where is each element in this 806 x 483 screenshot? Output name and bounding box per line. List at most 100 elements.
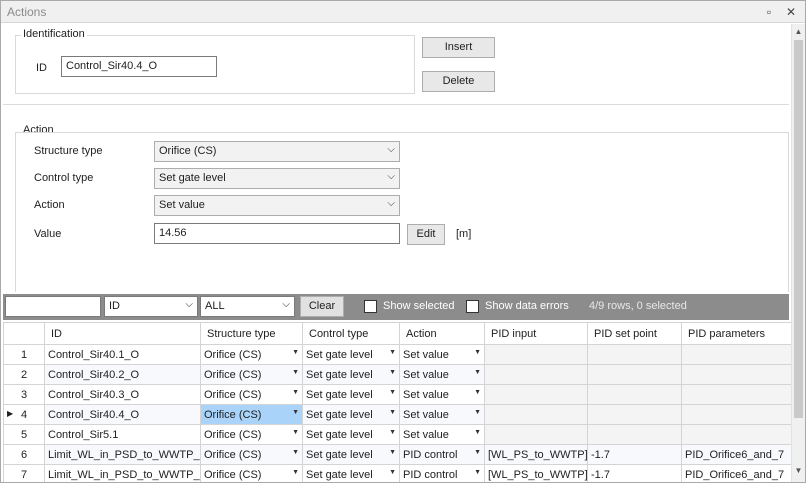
dropdown-arrow-icon[interactable]: ▼ — [292, 389, 299, 396]
value-input[interactable]: 14.56 — [154, 223, 400, 244]
cell-id[interactable]: Control_Sir5.1 — [44, 424, 201, 445]
dropdown-arrow-icon[interactable]: ▼ — [474, 389, 481, 396]
cell-pid-input[interactable] — [484, 364, 588, 385]
cell-action[interactable]: PID control ▼ — [399, 464, 485, 482]
cell-pid-parameters[interactable] — [681, 344, 791, 365]
header-id[interactable]: ID — [44, 322, 201, 345]
cell-pid-parameters[interactable] — [681, 424, 791, 445]
cell-pid-parameters[interactable]: PID_Orifice6_and_7 — [681, 444, 791, 465]
header-pid-parameters[interactable]: PID parameters — [681, 322, 791, 345]
structure-type-select[interactable]: Orifice (CS) ⌵ — [154, 141, 400, 162]
dropdown-arrow-icon[interactable]: ▼ — [474, 369, 481, 376]
filter-field-select[interactable]: ID ⌵ — [104, 296, 198, 317]
header-structure-type[interactable]: Structure type — [200, 322, 303, 345]
cell-control-type[interactable]: Set gate level ▼ — [302, 464, 400, 482]
dropdown-arrow-icon[interactable]: ▼ — [389, 429, 396, 436]
cell-pid-input[interactable] — [484, 384, 588, 405]
table-row-current[interactable]: ▶ 4 Control_Sir40.4_O Orifice (CS) ▼ Set g… — [3, 404, 791, 425]
cell-pid-input[interactable]: [WL_PS_to_WWTP] — [484, 444, 588, 465]
dropdown-arrow-icon[interactable]: ▼ — [292, 429, 299, 436]
cell-pid-parameters[interactable] — [681, 384, 791, 405]
cell-id[interactable]: Limit_WL_in_PSD_to_WWTP_2 — [44, 464, 201, 482]
cell-structure-type[interactable]: Orifice (CS) ▼ — [200, 384, 303, 405]
close-icon[interactable]: ✕ — [783, 4, 799, 20]
dropdown-arrow-icon[interactable]: ▼ — [474, 409, 481, 416]
header-action[interactable]: Action — [399, 322, 485, 345]
scrollbar-thumb[interactable] — [794, 40, 803, 418]
cell-control-type[interactable]: Set gate level ▼ — [302, 384, 400, 405]
edit-button[interactable]: Edit — [407, 224, 445, 245]
table-row[interactable]: 7 Limit_WL_in_PSD_to_WWTP_2 Orifice (CS)… — [3, 464, 791, 482]
filter-scope-select[interactable]: ALL ⌵ — [200, 296, 295, 317]
dropdown-arrow-icon[interactable]: ▼ — [389, 449, 396, 456]
cell-control-type[interactable]: Set gate level ▼ — [302, 404, 400, 425]
dropdown-arrow-icon[interactable]: ▼ — [389, 389, 396, 396]
cell-action[interactable]: Set value ▼ — [399, 404, 485, 425]
header-control-type[interactable]: Control type — [302, 322, 400, 345]
header-pid-input[interactable]: PID input — [484, 322, 588, 345]
dropdown-arrow-icon[interactable]: ▼ — [474, 429, 481, 436]
cell-pid-input[interactable] — [484, 344, 588, 365]
cell-pid-parameters[interactable] — [681, 364, 791, 385]
cell-control-type[interactable]: Set gate level ▼ — [302, 444, 400, 465]
dropdown-arrow-icon[interactable]: ▼ — [292, 369, 299, 376]
dropdown-arrow-icon[interactable]: ▼ — [389, 349, 396, 356]
table-row[interactable]: 3 Control_Sir40.3_O Orifice (CS) ▼ Set ga… — [3, 384, 791, 405]
dropdown-arrow-icon[interactable]: ▼ — [474, 469, 481, 476]
dropdown-arrow-icon[interactable]: ▼ — [292, 349, 299, 356]
cell-structure-type[interactable]: Orifice (CS) ▼ — [200, 464, 303, 482]
scroll-up-icon[interactable]: ▲ — [792, 25, 805, 39]
show-selected-checkbox[interactable] — [364, 300, 377, 313]
cell-pid-set-point[interactable] — [587, 424, 682, 445]
show-selected-label[interactable]: Show selected — [383, 300, 455, 312]
cell-pid-parameters[interactable]: PID_Orifice6_and_7 — [681, 464, 791, 482]
dropdown-arrow-icon[interactable]: ▼ — [292, 469, 299, 476]
cell-pid-set-point[interactable]: -1.7 — [587, 464, 682, 482]
dropdown-arrow-icon[interactable]: ▼ — [389, 469, 396, 476]
cell-pid-parameters[interactable] — [681, 404, 791, 425]
cell-pid-set-point[interactable]: -1.7 — [587, 444, 682, 465]
id-input[interactable]: Control_Sir40.4_O — [61, 56, 217, 77]
scroll-down-icon[interactable]: ▼ — [792, 464, 805, 478]
dropdown-arrow-icon[interactable]: ▼ — [389, 409, 396, 416]
cell-action[interactable]: PID control ▼ — [399, 444, 485, 465]
table-row[interactable]: 5 Control_Sir5.1 Orifice (CS) ▼ Set gate … — [3, 424, 791, 445]
cell-pid-set-point[interactable] — [587, 364, 682, 385]
cell-action[interactable]: Set value ▼ — [399, 364, 485, 385]
show-data-errors-checkbox[interactable] — [466, 300, 479, 313]
table-row[interactable]: 6 Limit_WL_in_PSD_to_WWTP_1 Orifice (CS)… — [3, 444, 791, 465]
action-select[interactable]: Set value ⌵ — [154, 195, 400, 216]
cell-control-type[interactable]: Set gate level ▼ — [302, 344, 400, 365]
cell-structure-type[interactable]: Orifice (CS) ▼ — [200, 364, 303, 385]
dropdown-arrow-icon[interactable]: ▼ — [474, 449, 481, 456]
cell-id[interactable]: Control_Sir40.1_O — [44, 344, 201, 365]
filter-search-input[interactable] — [5, 296, 101, 317]
header-pid-set-point[interactable]: PID set point — [587, 322, 682, 345]
control-type-select[interactable]: Set gate level ⌵ — [154, 168, 400, 189]
dropdown-arrow-icon[interactable]: ▼ — [292, 449, 299, 456]
cell-structure-type-selected[interactable]: Orifice (CS) ▼ — [200, 404, 303, 425]
clear-button[interactable]: Clear — [300, 296, 344, 317]
cell-structure-type[interactable]: Orifice (CS) ▼ — [200, 444, 303, 465]
insert-button[interactable]: Insert — [422, 37, 495, 58]
show-data-errors-label[interactable]: Show data errors — [485, 300, 569, 312]
cell-pid-input[interactable]: [WL_PS_to_WWTP] — [484, 464, 588, 482]
cell-pid-input[interactable] — [484, 404, 588, 425]
table-row[interactable]: 2 Control_Sir40.2_O Orifice (CS) ▼ Set ga… — [3, 364, 791, 385]
dropdown-arrow-icon[interactable]: ▼ — [389, 369, 396, 376]
cell-action[interactable]: Set value ▼ — [399, 384, 485, 405]
table-row[interactable]: 1 Control_Sir40.1_O Orifice (CS) ▼ Set ga… — [3, 344, 791, 365]
cell-control-type[interactable]: Set gate level ▼ — [302, 364, 400, 385]
dropdown-arrow-icon[interactable]: ▼ — [474, 349, 481, 356]
cell-structure-type[interactable]: Orifice (CS) ▼ — [200, 424, 303, 445]
cell-action[interactable]: Set value ▼ — [399, 424, 485, 445]
cell-id[interactable]: Control_Sir40.2_O — [44, 364, 201, 385]
cell-id[interactable]: Control_Sir40.3_O — [44, 384, 201, 405]
cell-pid-input[interactable] — [484, 424, 588, 445]
cell-pid-set-point[interactable] — [587, 344, 682, 365]
cell-id[interactable]: Limit_WL_in_PSD_to_WWTP_1 — [44, 444, 201, 465]
cell-id[interactable]: Control_Sir40.4_O — [44, 404, 201, 425]
cell-pid-set-point[interactable] — [587, 384, 682, 405]
dropdown-arrow-icon[interactable]: ▼ — [292, 409, 299, 416]
restore-icon[interactable]: ▫ — [761, 4, 777, 20]
